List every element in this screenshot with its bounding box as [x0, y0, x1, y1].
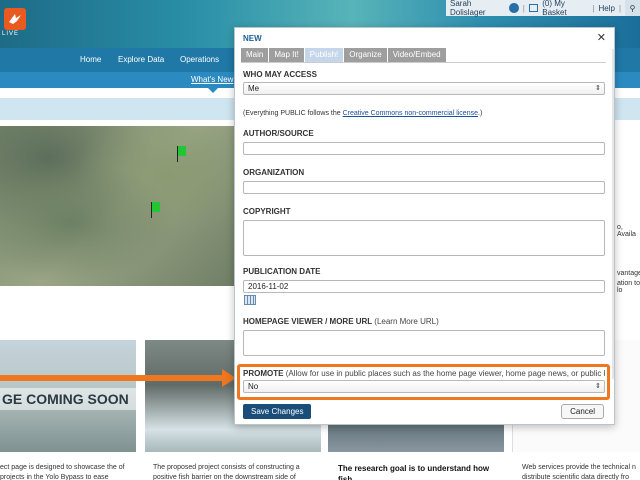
nav-operations[interactable]: Operations [180, 55, 219, 64]
right-snippet: ation to lo [617, 280, 640, 294]
bird-logo-icon [9, 14, 21, 24]
logo-text: LIVE [2, 31, 20, 37]
annotation-arrow [0, 375, 226, 381]
tab-map-it[interactable]: Map It! [269, 48, 304, 62]
close-icon[interactable]: ✕ [597, 31, 606, 44]
right-panel: o, Availa vantage ation to lo [612, 130, 640, 294]
nav-home[interactable]: Home [80, 55, 101, 64]
promote-highlight-box [237, 364, 610, 400]
publication-date-input[interactable]: 2016-11-02 [243, 280, 605, 293]
organization-label: ORGANIZATION [243, 168, 305, 177]
basket-link[interactable]: (0) My Basket [542, 0, 588, 17]
homepage-viewer-label: HOMEPAGE VIEWER / MORE URL (Learn More U… [243, 317, 439, 326]
nav-explore-data[interactable]: Explore Data [118, 55, 164, 64]
cancel-button[interactable]: Cancel [561, 404, 604, 419]
whats-new-link[interactable]: What's New [191, 75, 233, 84]
select-arrows-icon: ⇕ [595, 85, 601, 92]
satellite-map[interactable] [0, 126, 236, 286]
save-changes-button[interactable]: Save Changes [243, 404, 312, 419]
author-input[interactable] [243, 142, 605, 155]
cart-icon[interactable] [528, 4, 539, 12]
dialog-tabs: Main Map It! Publish! Organize Video/Emb… [241, 48, 446, 62]
user-name-link[interactable]: Sarah Dolislager [450, 0, 505, 17]
creative-commons-link[interactable]: Creative Commons non-commercial license [343, 110, 478, 117]
tab-video-embed[interactable]: Video/Embed [387, 48, 446, 62]
tile-description: Web services provide the technical n dis… [522, 464, 636, 480]
tab-divider [241, 62, 606, 63]
dialog-scrollbar[interactable] [612, 49, 614, 379]
tab-publish[interactable]: Publish! [304, 48, 344, 62]
publication-date-label: PUBLICATION DATE [243, 267, 321, 276]
license-note: (Everything PUBLIC follows the Creative … [243, 110, 483, 117]
right-snippet: vantage [617, 270, 640, 277]
gear-icon[interactable] [509, 3, 519, 13]
calendar-icon[interactable] [244, 295, 256, 305]
new-item-dialog: NEW ✕ Main Map It! Publish! Organize Vid… [234, 27, 615, 425]
tab-main[interactable]: Main [241, 48, 269, 62]
copyright-label: COPYRIGHT [243, 207, 291, 216]
subnav-pointer [208, 88, 218, 93]
tile-description: ect page is designed to showcase the of … [0, 464, 125, 480]
author-label: AUTHOR/SOURCE [243, 129, 314, 138]
organization-input[interactable] [243, 181, 605, 194]
copyright-textarea[interactable] [243, 220, 605, 256]
site-logo[interactable] [4, 8, 26, 30]
map-flag-marker[interactable] [151, 202, 160, 218]
tile-heading[interactable]: The research goal is to understand how f… [338, 463, 503, 480]
help-link[interactable]: Help [599, 4, 615, 13]
who-may-access-select[interactable]: Me ⇕ [243, 82, 605, 95]
user-bar: Sarah Dolislager | (0) My Basket | Help … [446, 0, 640, 17]
right-snippet: o, Availa [617, 224, 636, 238]
homepage-viewer-textarea[interactable] [243, 330, 605, 356]
dialog-title: NEW [243, 34, 262, 43]
coming-soon-banner: GE COMING SOON [0, 388, 136, 410]
who-may-access-label: WHO MAY ACCESS [243, 70, 317, 79]
who-may-access-value: Me [248, 84, 260, 93]
map-flag-marker[interactable] [177, 146, 186, 162]
tile-description: The proposed project consists of constru… [153, 464, 300, 480]
tab-organize[interactable]: Organize [344, 48, 387, 62]
search-icon[interactable]: ⚲ [625, 0, 640, 16]
